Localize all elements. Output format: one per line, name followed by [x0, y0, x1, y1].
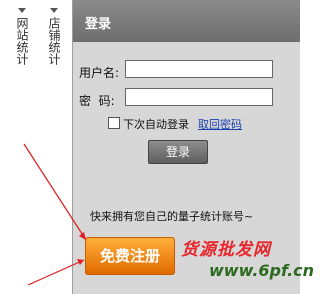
auto-login-label: 下次自动登录 [123, 118, 189, 131]
username-input[interactable] [125, 60, 273, 78]
tab-site-stats-label: 网站统计 [15, 17, 29, 65]
login-panel-header: 登录 [73, 0, 300, 42]
promo-text: 快来拥有您自己的量子统计账号~ [90, 210, 254, 223]
watermark-line-2: www.6pf.cn [209, 261, 315, 280]
auto-login-checkbox[interactable] [108, 117, 120, 129]
stats-tab-strip: 网站统计 店铺统计 [0, 0, 73, 294]
password-label: 密 码: [79, 94, 115, 108]
chevron-down-icon [50, 8, 58, 13]
login-title: 登录 [85, 17, 112, 32]
tab-shop-stats[interactable]: 店铺统计 [46, 6, 62, 65]
tab-site-stats[interactable]: 网站统计 [14, 6, 30, 65]
login-button[interactable]: 登录 [148, 140, 208, 164]
tab-shop-stats-label: 店铺统计 [47, 17, 61, 65]
watermark-logo: 货源批发网 www.6pf.cn [173, 233, 314, 293]
username-label: 用户名: [79, 66, 120, 80]
forgot-password-link[interactable]: 取回密码 [198, 116, 242, 132]
password-input[interactable] [125, 88, 273, 106]
chevron-down-icon [18, 8, 26, 13]
free-register-button[interactable]: 免费注册 [85, 237, 175, 275]
watermark-line-1: 货源批发网 [181, 240, 271, 260]
login-panel: 登录 用户名: 密 码: 下次自动登录 取回密码 登录 快来拥有您自己的量子统计… [73, 0, 314, 294]
